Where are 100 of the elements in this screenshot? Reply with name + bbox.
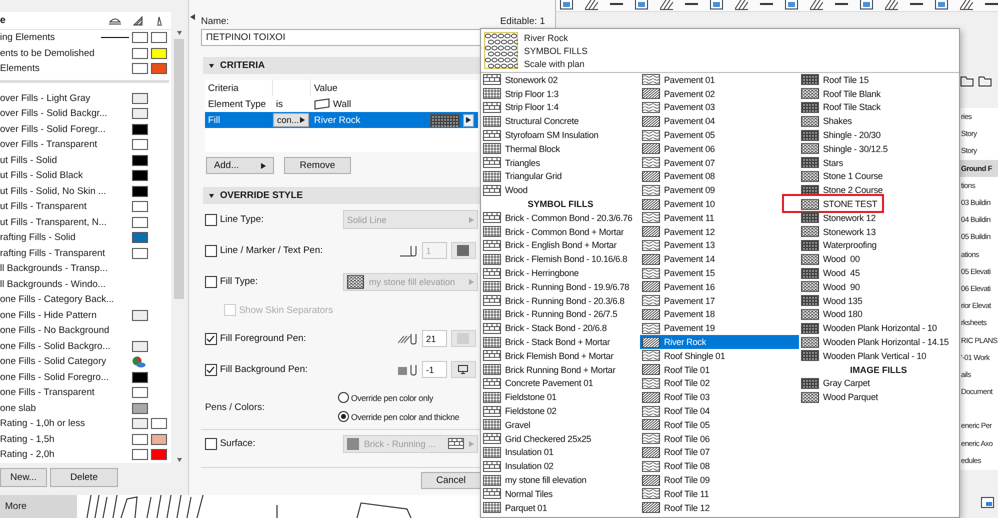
attribute-row[interactable]: over Fills - Solid Foregr...	[0, 122, 171, 137]
fill-option[interactable]: Normal Tiles	[481, 486, 640, 501]
fill-option[interactable]: Concrete Pavement 01	[481, 376, 640, 390]
fill-option[interactable]: Shakes	[799, 114, 958, 128]
attribute-row[interactable]: ut Fills - Solid Black	[0, 168, 171, 184]
fill-option[interactable]: Gravel	[481, 418, 640, 432]
fill-option[interactable]: Brick - Common Bond + Mortar	[481, 224, 640, 239]
fill-option[interactable]: Brick - Common Bond - 20.3/6.76	[481, 210, 640, 225]
cancel-button[interactable]: Cancel	[421, 472, 481, 489]
fill-option[interactable]: Stonework 02	[481, 73, 640, 87]
fill-option[interactable]: Gray Carpet	[799, 376, 958, 390]
fill-option[interactable]: Pavement 02	[640, 86, 799, 101]
fill-option[interactable]: Pavement 16	[640, 280, 799, 294]
fill-option[interactable]: Roof Tile 15	[799, 73, 958, 87]
attribute-row[interactable]: over Fills - Solid Backgr...	[0, 106, 171, 122]
fill-option[interactable]: Wood 90	[799, 280, 958, 294]
fill-option[interactable]: Stars	[799, 156, 958, 170]
fill-option[interactable]: Roof Tile Blank	[799, 86, 958, 101]
fill-option[interactable]: Wood 45	[799, 266, 958, 280]
fill-option[interactable]: Pavement 04	[640, 114, 799, 128]
fill-option[interactable]: Strip Floor 1:4	[481, 100, 640, 114]
fill-option[interactable]: Stone 1 Course	[799, 170, 958, 184]
fill-option[interactable]: Pavement 09	[640, 183, 799, 198]
attribute-row[interactable]: Rating - 2,0h	[0, 447, 171, 462]
fill-option[interactable]: Brick - Running Bond - 20.3/6.8	[481, 294, 640, 308]
attribute-row[interactable]: ll Backgrounds - Transp...	[0, 261, 171, 276]
fill-option[interactable]: Brick - Running Bond - 19.9/6.78	[481, 280, 640, 294]
fill-option[interactable]: Roof Tile 09	[640, 473, 799, 487]
attribute-row[interactable]: Rating - 1,0h or less	[0, 416, 171, 432]
attribute-row[interactable]: ut Fills - Solid	[0, 152, 171, 168]
fill-option[interactable]: Triangles	[481, 156, 640, 170]
fill-option[interactable]: Pavement 05	[640, 128, 799, 142]
fill-option[interactable]: Pavement 17	[640, 294, 799, 308]
fill-option[interactable]: Pavement 19	[640, 321, 799, 336]
delete-button[interactable]: Delete	[50, 468, 118, 487]
fill-option[interactable]: Brick Flemish Bond + Mortar	[481, 348, 640, 363]
fill-option[interactable]: Brick - Running Bond - 26/7.5	[481, 308, 640, 322]
fill-option[interactable]: Wood Parquet	[799, 390, 958, 404]
criteria-row[interactable]: Fill con... River Rock	[204, 112, 478, 128]
fill-option[interactable]: Pavement 06	[640, 142, 799, 156]
attribute-row[interactable]: one Fills - Hide Pattern	[0, 308, 171, 323]
fill-option[interactable]: Thermal Block	[481, 142, 640, 156]
fill-option[interactable]: Waterproofing	[799, 238, 958, 252]
fill-option[interactable]: Shingle - 20/30	[799, 128, 958, 142]
fill-option[interactable]: Pavement 15	[640, 266, 799, 280]
fill-option[interactable]: Strip Floor 1:3	[481, 86, 640, 101]
attribute-row[interactable]: ut Fills - Solid, No Skin ...	[0, 184, 171, 199]
fill-option[interactable]: Roof Tile 12	[640, 500, 799, 514]
fill-option[interactable]: Pavement 08	[640, 170, 799, 184]
fill-option[interactable]: Brick Running Bond + Mortar	[481, 362, 640, 377]
fill-option[interactable]: Stonework 13	[799, 224, 958, 239]
fill-option[interactable]: Brick - English Bond + Mortar	[481, 238, 640, 252]
fill-option[interactable]: Pavement 11	[640, 210, 799, 225]
attribute-row[interactable]: rafting Fills - Transparent	[0, 246, 171, 261]
add-button[interactable]: Add...	[206, 157, 274, 174]
fill-option[interactable]: Triangular Grid	[481, 170, 640, 184]
fill-option[interactable]: my stone fill elevation	[481, 473, 640, 487]
fill-option[interactable]: River Rock	[640, 335, 799, 349]
fill-option[interactable]: Roof Tile 07	[640, 446, 799, 460]
attribute-row[interactable]: ut Fills - Transparent, N...	[0, 214, 171, 230]
fill-option[interactable]: STONE TEST	[799, 197, 958, 211]
fill-option[interactable]: Roof Tile 01	[640, 362, 799, 377]
fill-option[interactable]: Wooden Plank Horizontal - 10	[799, 321, 958, 336]
operator-button[interactable]: con...	[272, 113, 309, 127]
attribute-row[interactable]: ents to be Demolished	[0, 46, 171, 61]
fill-option[interactable]: Brick - Flemish Bond - 10.16/6.8	[481, 252, 640, 266]
fill-option[interactable]: Roof Tile 06	[640, 432, 799, 446]
fill-option[interactable]: Pavement 13	[640, 238, 799, 252]
fill-option[interactable]: Pavement 01	[640, 73, 799, 87]
fill-option[interactable]: Insulation 02	[481, 459, 640, 474]
more-tab[interactable]: More	[0, 495, 77, 518]
pen-number-field[interactable]: -1	[422, 361, 447, 378]
fill-option[interactable]: Wood 00	[799, 252, 958, 266]
fill-option[interactable]: Pavement 03	[640, 100, 799, 114]
attribute-row[interactable]: one Fills - Transparent	[0, 385, 171, 400]
attribute-row[interactable]: over Fills - Transparent	[0, 137, 171, 152]
attribute-row[interactable]: one Fills - Solid Backgro...	[0, 338, 171, 354]
attribute-row[interactable]: one Fills - Solid Category	[0, 354, 171, 370]
fill-option[interactable]: Brick - Stack Bond - 20/6.8	[481, 321, 640, 336]
attribute-row[interactable]: one Fills - Solid Foregro...	[0, 370, 171, 385]
fill-option[interactable]: Grid Checkered 25x25	[481, 432, 640, 446]
attribute-row[interactable]: ing Elements	[0, 30, 171, 46]
fill-option[interactable]: Roof Tile 05	[640, 418, 799, 432]
attribute-row[interactable]: one slab	[0, 400, 171, 416]
fill-option[interactable]: Wood 135	[799, 294, 958, 308]
fill-option[interactable]: Roof Shingle 01	[640, 348, 799, 363]
criteria-row[interactable]: Element Type is Wall	[204, 96, 478, 112]
fill-option[interactable]: Shingle - 30/12.5	[799, 142, 958, 156]
attribute-row[interactable]: Elements	[0, 61, 171, 76]
fill-option[interactable]: Roof Tile 11	[640, 486, 799, 501]
attribute-row[interactable]: ut Fills - Transparent	[0, 199, 171, 214]
fill-option[interactable]: Roof Tile Stack	[799, 100, 958, 114]
fill-option[interactable]: Brick - Herringbone	[481, 266, 640, 280]
fill-option[interactable]: Styrofoam SM Insulation	[481, 128, 640, 142]
fill-option[interactable]: Structural Concrete	[481, 114, 640, 128]
fill-option[interactable]: Roof Tile 02	[640, 376, 799, 390]
fill-option[interactable]: Fieldstone 02	[481, 404, 640, 418]
pen-number-field[interactable]: 21	[422, 330, 447, 347]
fill-option[interactable]: Wood 180	[799, 308, 958, 322]
fill-option[interactable]: Roof Tile 08	[640, 459, 799, 474]
